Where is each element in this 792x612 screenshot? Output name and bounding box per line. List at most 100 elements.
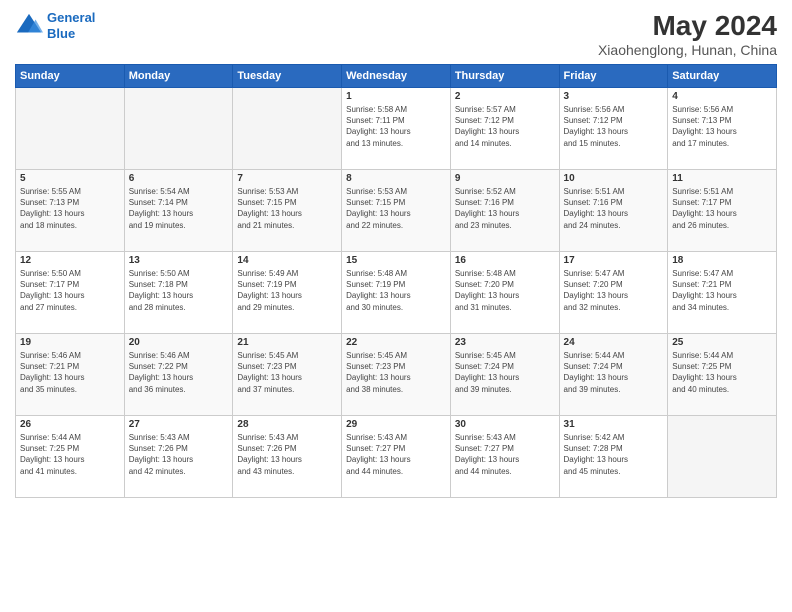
col-header-monday: Monday [124,65,233,88]
calendar-cell: 9Sunrise: 5:52 AM Sunset: 7:16 PM Daylig… [450,170,559,252]
day-info: Sunrise: 5:43 AM Sunset: 7:27 PM Dayligh… [346,432,446,477]
day-number: 26 [20,419,120,430]
day-number: 23 [455,337,555,348]
day-number: 14 [237,255,337,266]
header: General Blue May 2024 Xiaohenglong, Huna… [15,10,777,58]
day-info: Sunrise: 5:50 AM Sunset: 7:17 PM Dayligh… [20,268,120,313]
calendar-cell: 13 Sunrise: 5:50 AM Sunset: 7:18 PM Dayli… [124,252,233,334]
day-number: 18 [672,255,772,266]
col-header-saturday: Saturday [668,65,777,88]
day-number: 5 [20,173,120,184]
calendar-cell: 15 Sunrise: 5:48 AM Sunset: 7:19 PM Dayli… [342,252,451,334]
logo-general: General [47,10,95,25]
calendar-cell: 29 Sunrise: 5:43 AM Sunset: 7:27 PM Dayli… [342,416,451,498]
week-row-1: 5 Sunrise: 5:55 AM Sunset: 7:13 PM Daylig… [16,170,777,252]
calendar-cell [668,416,777,498]
day-info: Sunrise: 5:51 AM Sunset: 7:16 PM Dayligh… [564,186,664,231]
day-info: Sunrise: 5:51 AM Sunset: 7:17 PM Dayligh… [672,186,772,231]
week-row-3: 19 Sunrise: 5:46 AM Sunset: 7:21 PM Dayli… [16,334,777,416]
logo: General Blue [15,10,95,41]
calendar-cell: 5 Sunrise: 5:55 AM Sunset: 7:13 PM Daylig… [16,170,125,252]
week-row-2: 12 Sunrise: 5:50 AM Sunset: 7:17 PM Dayli… [16,252,777,334]
day-info: Sunrise: 5:48 AM Sunset: 7:19 PM Dayligh… [346,268,446,313]
day-info: Sunrise: 5:57 AM Sunset: 7:12 PM Dayligh… [455,104,555,149]
day-info: Sunrise: 5:42 AM Sunset: 7:28 PM Dayligh… [564,432,664,477]
calendar-table: SundayMondayTuesdayWednesdayThursdayFrid… [15,64,777,498]
calendar-cell: 10 Sunrise: 5:51 AM Sunset: 7:16 PM Dayli… [559,170,668,252]
day-number: 21 [237,337,337,348]
day-info: Sunrise: 5:47 AM Sunset: 7:21 PM Dayligh… [672,268,772,313]
day-number: 11 [672,173,772,184]
day-number: 17 [564,255,664,266]
calendar-cell: 14 Sunrise: 5:49 AM Sunset: 7:19 PM Dayli… [233,252,342,334]
logo-icon [15,12,43,40]
calendar-cell: 8 Sunrise: 5:53 AM Sunset: 7:15 PM Daylig… [342,170,451,252]
header-row: SundayMondayTuesdayWednesdayThursdayFrid… [16,65,777,88]
calendar-cell [233,88,342,170]
day-info: Sunrise: 5:49 AM Sunset: 7:19 PM Dayligh… [237,268,337,313]
calendar-cell: 21 Sunrise: 5:45 AM Sunset: 7:23 PM Dayli… [233,334,342,416]
title-block: May 2024 Xiaohenglong, Hunan, China [598,10,777,58]
calendar-cell: 18 Sunrise: 5:47 AM Sunset: 7:21 PM Dayli… [668,252,777,334]
day-number: 13 [129,255,229,266]
day-number: 12 [20,255,120,266]
day-number: 16 [455,255,555,266]
calendar-cell: 17Sunrise: 5:47 AM Sunset: 7:20 PM Dayli… [559,252,668,334]
day-info: Sunrise: 5:45 AM Sunset: 7:23 PM Dayligh… [346,350,446,395]
day-number: 27 [129,419,229,430]
calendar-cell: 16 Sunrise: 5:48 AM Sunset: 7:20 PM Dayli… [450,252,559,334]
calendar-cell: 7Sunrise: 5:53 AM Sunset: 7:15 PM Daylig… [233,170,342,252]
day-number: 19 [20,337,120,348]
day-info: Sunrise: 5:48 AM Sunset: 7:20 PM Dayligh… [455,268,555,313]
day-info: Sunrise: 5:43 AM Sunset: 7:27 PM Dayligh… [455,432,555,477]
day-number: 10 [564,173,664,184]
day-number: 20 [129,337,229,348]
day-info: Sunrise: 5:53 AM Sunset: 7:15 PM Dayligh… [346,186,446,231]
calendar-cell: 2 Sunrise: 5:57 AM Sunset: 7:12 PM Daylig… [450,88,559,170]
calendar-cell: 30Sunrise: 5:43 AM Sunset: 7:27 PM Dayli… [450,416,559,498]
day-number: 15 [346,255,446,266]
day-info: Sunrise: 5:56 AM Sunset: 7:12 PM Dayligh… [564,104,664,149]
week-row-4: 26 Sunrise: 5:44 AM Sunset: 7:25 PM Dayli… [16,416,777,498]
day-info: Sunrise: 5:46 AM Sunset: 7:21 PM Dayligh… [20,350,120,395]
calendar-cell: 12 Sunrise: 5:50 AM Sunset: 7:17 PM Dayli… [16,252,125,334]
day-info: Sunrise: 5:44 AM Sunset: 7:25 PM Dayligh… [20,432,120,477]
calendar-cell: 22 Sunrise: 5:45 AM Sunset: 7:23 PM Dayli… [342,334,451,416]
calendar-cell: 28Sunrise: 5:43 AM Sunset: 7:26 PM Dayli… [233,416,342,498]
day-number: 8 [346,173,446,184]
day-number: 25 [672,337,772,348]
day-number: 2 [455,91,555,102]
day-info: Sunrise: 5:55 AM Sunset: 7:13 PM Dayligh… [20,186,120,231]
calendar-cell: 3 Sunrise: 5:56 AM Sunset: 7:12 PM Daylig… [559,88,668,170]
day-number: 24 [564,337,664,348]
calendar-cell: 25 Sunrise: 5:44 AM Sunset: 7:25 PM Dayli… [668,334,777,416]
day-number: 22 [346,337,446,348]
col-header-friday: Friday [559,65,668,88]
calendar-cell [16,88,125,170]
day-info: Sunrise: 5:56 AM Sunset: 7:13 PM Dayligh… [672,104,772,149]
day-info: Sunrise: 5:44 AM Sunset: 7:25 PM Dayligh… [672,350,772,395]
day-info: Sunrise: 5:45 AM Sunset: 7:23 PM Dayligh… [237,350,337,395]
day-info: Sunrise: 5:58 AM Sunset: 7:11 PM Dayligh… [346,104,446,149]
day-info: Sunrise: 5:43 AM Sunset: 7:26 PM Dayligh… [129,432,229,477]
col-header-thursday: Thursday [450,65,559,88]
day-number: 9 [455,173,555,184]
calendar-cell: 1Sunrise: 5:58 AM Sunset: 7:11 PM Daylig… [342,88,451,170]
calendar-cell: 11 Sunrise: 5:51 AM Sunset: 7:17 PM Dayli… [668,170,777,252]
day-number: 29 [346,419,446,430]
main-title: May 2024 [598,10,777,42]
calendar-cell: 19 Sunrise: 5:46 AM Sunset: 7:21 PM Dayli… [16,334,125,416]
page: General Blue May 2024 Xiaohenglong, Huna… [0,0,792,612]
logo-text: General Blue [47,10,95,41]
day-info: Sunrise: 5:54 AM Sunset: 7:14 PM Dayligh… [129,186,229,231]
day-info: Sunrise: 5:50 AM Sunset: 7:18 PM Dayligh… [129,268,229,313]
day-number: 3 [564,91,664,102]
day-number: 7 [237,173,337,184]
logo-blue: Blue [47,26,75,41]
calendar-cell: 6Sunrise: 5:54 AM Sunset: 7:14 PM Daylig… [124,170,233,252]
col-header-sunday: Sunday [16,65,125,88]
calendar-cell: 20Sunrise: 5:46 AM Sunset: 7:22 PM Dayli… [124,334,233,416]
col-header-wednesday: Wednesday [342,65,451,88]
day-info: Sunrise: 5:43 AM Sunset: 7:26 PM Dayligh… [237,432,337,477]
subtitle: Xiaohenglong, Hunan, China [598,42,777,58]
